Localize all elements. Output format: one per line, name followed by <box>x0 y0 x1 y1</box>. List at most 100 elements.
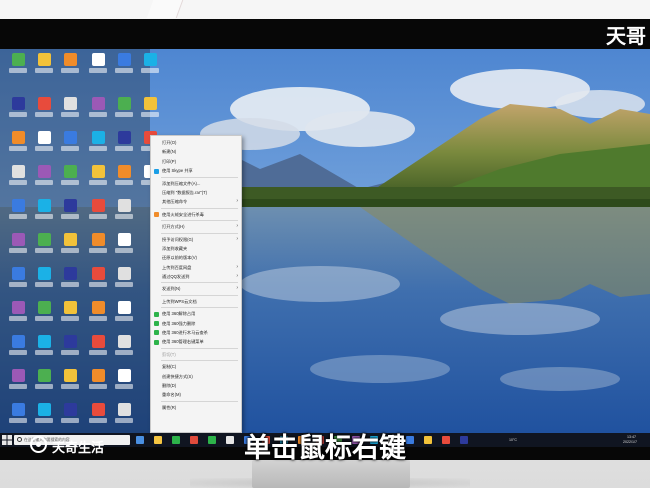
desktop-icon[interactable] <box>58 131 82 159</box>
context-submenu-item[interactable]: 打开方式(H) › <box>151 222 241 231</box>
desktop-icon[interactable] <box>86 369 110 397</box>
desktop-icon[interactable] <box>112 233 136 261</box>
desktop-icon[interactable] <box>112 369 136 397</box>
context-submenu-item[interactable]: 通过QQ发送到 › <box>151 272 241 281</box>
context-menu-item[interactable]: 复制(C) <box>151 362 241 371</box>
desktop-icon[interactable] <box>58 165 82 193</box>
app-icon <box>63 267 77 280</box>
context-menu-item[interactable]: 压缩到 "数据报告.rar"(T) <box>151 188 241 197</box>
desktop-icon[interactable] <box>112 53 136 81</box>
desktop-icon[interactable] <box>86 267 110 295</box>
context-submenu-item[interactable]: 授予访问权限(G) › <box>151 235 241 244</box>
desktop-icon[interactable] <box>6 267 30 295</box>
desktop-icon[interactable] <box>32 369 56 397</box>
desktop-icon[interactable] <box>86 131 110 159</box>
context-menu-item[interactable]: 添加到压缩文件(A)... <box>151 179 241 188</box>
desktop-icon[interactable] <box>6 301 30 329</box>
desktop-icon[interactable] <box>86 301 110 329</box>
desktop-icon[interactable] <box>32 267 56 295</box>
desktop-icon[interactable] <box>32 165 56 193</box>
desktop-icon[interactable] <box>32 301 56 329</box>
context-menu-item[interactable]: 使用 360解除占用 <box>151 309 241 318</box>
desktop-icon[interactable] <box>6 369 30 397</box>
desktop-icon[interactable] <box>6 97 30 125</box>
desktop-icon[interactable] <box>58 301 82 329</box>
app-icon <box>91 53 105 66</box>
context-submenu-item[interactable]: 发送到(N) › <box>151 284 241 293</box>
context-menu-item[interactable]: 添加到收藏夹 <box>151 244 241 253</box>
desktop-icon[interactable] <box>112 165 136 193</box>
desktop-icon[interactable] <box>86 53 110 81</box>
desktop-icon[interactable] <box>58 335 82 363</box>
desktop-icon[interactable] <box>86 335 110 363</box>
desktop-icon[interactable] <box>138 97 162 125</box>
desktop-icon[interactable] <box>112 267 136 295</box>
desktop-icon[interactable] <box>112 131 136 159</box>
desktop-icon[interactable] <box>86 165 110 193</box>
context-menu-item[interactable]: 使用 Skype 共享 <box>151 166 241 175</box>
menu-item-label: 使用 360管理右键菜单 <box>162 339 204 345</box>
desktop-icon[interactable] <box>6 199 30 227</box>
context-menu-item[interactable]: 使用火绒安全进行杀毒 <box>151 210 241 219</box>
app-icon <box>37 97 51 110</box>
desktop-icon[interactable] <box>6 335 30 363</box>
desktop-icon[interactable] <box>112 97 136 125</box>
context-menu-item[interactable]: 打印(P) <box>151 157 241 166</box>
desktop-icon[interactable] <box>58 267 82 295</box>
desktop-icon[interactable] <box>32 131 56 159</box>
context-menu-item[interactable]: 使用 360强力删除 <box>151 319 241 328</box>
desktop-icon-label <box>9 418 27 423</box>
desktop-icon[interactable] <box>6 53 30 81</box>
desktop-icon[interactable] <box>138 53 162 81</box>
desktop-icon-label <box>89 180 107 185</box>
desktop-icon[interactable] <box>58 199 82 227</box>
desktop-icon[interactable] <box>32 233 56 261</box>
app-icon <box>11 199 25 212</box>
context-menu-item[interactable]: 属性(R) <box>151 403 241 412</box>
desktop-icon-label <box>61 316 79 321</box>
desktop-icon[interactable] <box>6 233 30 261</box>
desktop-icon-label <box>115 146 133 151</box>
app-icon <box>91 267 105 280</box>
desktop-icon[interactable] <box>32 335 56 363</box>
desktop-screen[interactable]: 打开(O) 新建(N) 打印(P) 使用 Skype 共享 添加到压缩文件(A)... 压… <box>0 49 650 447</box>
context-menu-item[interactable]: 打开(O) <box>151 138 241 147</box>
context-submenu-item[interactable]: 上传到百度网盘 › <box>151 263 241 272</box>
desktop-icon[interactable] <box>32 97 56 125</box>
desktop-icon-label <box>35 68 53 73</box>
desktop-icon[interactable] <box>112 301 136 329</box>
desktop-icon-label <box>9 350 27 355</box>
desktop-icon-label <box>35 316 53 321</box>
context-menu-item[interactable]: 创建快捷方式(S) <box>151 372 241 381</box>
desktop-icon[interactable] <box>58 369 82 397</box>
context-submenu-item[interactable]: 其他压缩命令 › <box>151 197 241 206</box>
desktop-icon[interactable] <box>58 233 82 261</box>
context-menu-item[interactable]: 剪切(T) <box>151 350 241 359</box>
app-icon <box>11 131 25 144</box>
app-icon <box>63 403 77 416</box>
app-icon <box>117 301 131 314</box>
context-menu-item[interactable]: 使用 360管理右键菜单 <box>151 337 241 346</box>
menu-separator <box>161 207 238 209</box>
context-menu-item[interactable]: 重命名(M) <box>151 390 241 399</box>
shield-icon <box>154 212 159 218</box>
context-menu-item[interactable]: 上传到WPS云文档 <box>151 297 241 306</box>
chevron-right-icon: › <box>236 198 238 205</box>
desktop-icon[interactable] <box>32 199 56 227</box>
app-icon <box>37 131 51 144</box>
desktop-icon[interactable] <box>58 97 82 125</box>
context-menu-item[interactable]: 使用 360进行木马云查杀 <box>151 328 241 337</box>
context-menu-item[interactable]: 删除(D) <box>151 381 241 390</box>
desktop-icon[interactable] <box>6 165 30 193</box>
desktop-icon[interactable] <box>112 199 136 227</box>
desktop-icon[interactable] <box>32 53 56 81</box>
desktop-icon[interactable] <box>58 53 82 81</box>
context-menu-item[interactable]: 还原以前的版本(V) <box>151 253 241 262</box>
desktop-icon[interactable] <box>6 131 30 159</box>
desktop-icon[interactable] <box>86 233 110 261</box>
desktop-icon[interactable] <box>112 335 136 363</box>
desktop-icon[interactable] <box>86 97 110 125</box>
app-icon <box>117 165 131 178</box>
desktop-icon[interactable] <box>86 199 110 227</box>
context-menu-item[interactable]: 新建(N) <box>151 147 241 156</box>
